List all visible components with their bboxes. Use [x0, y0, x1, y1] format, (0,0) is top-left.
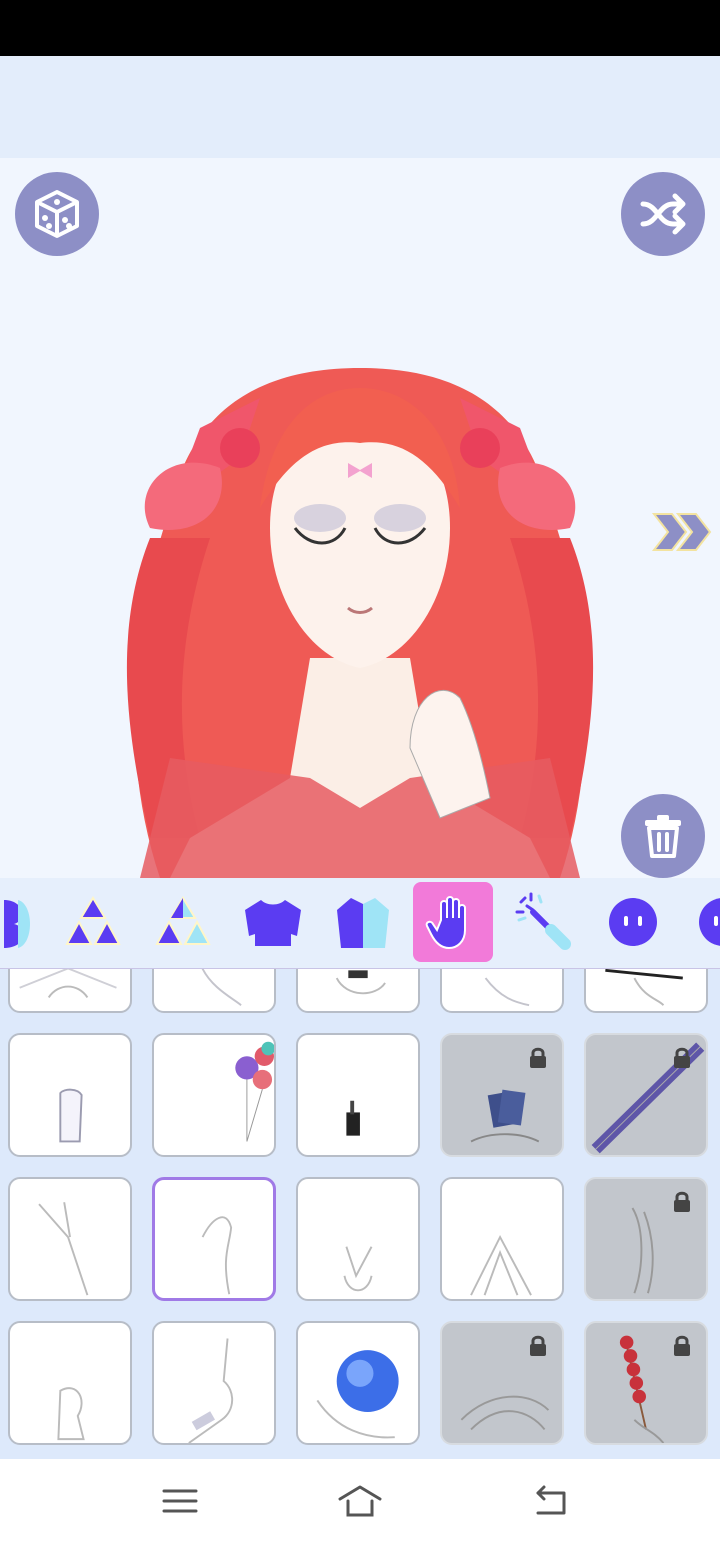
item-grid	[0, 969, 720, 1459]
item-tile-graceful[interactable]	[584, 1177, 708, 1301]
category-hand[interactable]	[413, 882, 493, 962]
face-icon	[609, 898, 657, 946]
item-tile-peace-hand[interactable]	[8, 1177, 132, 1301]
item-tile-hands-holding[interactable]	[296, 969, 420, 1013]
random-button[interactable]	[15, 172, 99, 256]
face-icon	[699, 898, 720, 946]
banner-area	[0, 56, 720, 158]
lock-icon	[674, 1191, 690, 1212]
item-tile-cards[interactable]	[440, 1033, 564, 1157]
hand-icon	[425, 896, 466, 950]
shuffle-icon	[640, 193, 686, 235]
item-tile-fist[interactable]	[8, 1321, 132, 1445]
nav-back-button[interactable]	[520, 1479, 580, 1523]
status-bar	[0, 0, 720, 56]
item-tile-point-up[interactable]	[152, 1321, 276, 1445]
item-tile-hand-open[interactable]	[440, 969, 564, 1013]
item-tile-clasped[interactable]	[440, 1321, 564, 1445]
jacket-icon	[337, 898, 389, 948]
lock-icon	[530, 1335, 546, 1356]
triangles-icon	[65, 896, 121, 945]
item-tile-balloons[interactable]	[152, 1033, 276, 1157]
category-triangles-alt[interactable]	[143, 882, 223, 962]
item-tile-brush[interactable]	[584, 969, 708, 1013]
lock-icon	[674, 1047, 690, 1068]
character-illustration	[126, 368, 594, 878]
category-triangles[interactable]	[53, 882, 133, 962]
nav-home-button[interactable]	[330, 1479, 390, 1523]
system-nav-bar	[0, 1459, 720, 1544]
item-tile-gloved-hand[interactable]	[8, 1033, 132, 1157]
sweater-icon	[245, 900, 301, 946]
category-face[interactable]	[593, 882, 673, 962]
character-canvas	[0, 158, 720, 878]
lock-icon	[530, 1047, 546, 1068]
category-partial[interactable]	[0, 882, 40, 962]
delete-button[interactable]	[621, 794, 705, 878]
wand-icon	[515, 892, 571, 950]
menu-icon	[162, 1489, 198, 1513]
category-jacket[interactable]	[323, 882, 403, 962]
shuffle-button[interactable]	[621, 172, 705, 256]
nav-menu-button[interactable]	[150, 1479, 210, 1523]
triangles-alt-icon	[155, 896, 211, 945]
item-tile-pinch[interactable]	[152, 1177, 276, 1301]
double-chevron-right-icon[interactable]	[650, 508, 714, 556]
item-tile-steeple[interactable]	[440, 1177, 564, 1301]
home-icon	[338, 1485, 382, 1517]
trash-icon	[645, 815, 681, 858]
lock-icon	[674, 1335, 690, 1356]
item-tile-crossed-arms[interactable]	[8, 969, 132, 1013]
item-tile-bottle[interactable]	[296, 1033, 420, 1157]
dice-icon	[35, 190, 79, 238]
category-wand[interactable]	[503, 882, 583, 962]
item-tile-hand-down[interactable]	[152, 969, 276, 1013]
item-tile-v-sign[interactable]	[296, 1177, 420, 1301]
category-bar	[0, 878, 720, 970]
item-tile-candy-skewer[interactable]	[584, 1321, 708, 1445]
item-tile-orb[interactable]	[296, 1321, 420, 1445]
item-tile-guitar[interactable]	[584, 1033, 708, 1157]
back-icon	[536, 1485, 566, 1515]
category-face-2[interactable]	[683, 882, 720, 962]
category-sweater[interactable]	[233, 882, 313, 962]
shape-icon	[4, 900, 30, 948]
